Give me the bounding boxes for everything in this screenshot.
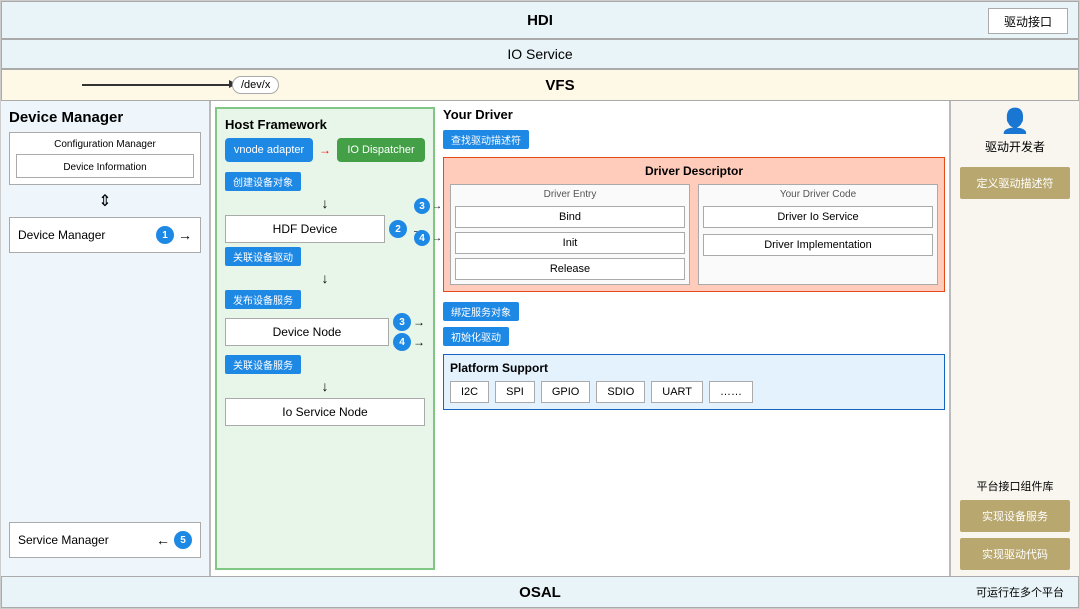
assoc-service-row: 关联设备服务 [225, 355, 425, 374]
your-driver-code-col: Your Driver Code Driver Io Service Drive… [698, 184, 938, 285]
step4-arrow: → [413, 335, 425, 349]
platform-lib-label: 平台接口组件库 [960, 478, 1070, 494]
io-service-label: IO Service [507, 46, 572, 62]
left-step-connectors: 3 → 4 → [414, 198, 442, 246]
hdi-label: HDI [527, 12, 553, 29]
developer-icon: 👤 [1000, 107, 1030, 136]
bind-service-row: 绑定服务对象 [443, 302, 945, 321]
config-manager-box: Configuration Manager Device Information [9, 132, 201, 185]
init-driver-label: 初始化驱动 [443, 327, 509, 346]
publish-service-row: 发布设备服务 [225, 290, 425, 309]
driver-io-service-box: Driver Io Service [703, 206, 933, 228]
device-node-row: Device Node 3 → 4 → [225, 313, 425, 351]
step1-circle: 1 [156, 226, 174, 244]
implement-driver-btn: 实现驱动代码 [960, 538, 1070, 570]
device-manager-panel: Device Manager Configuration Manager Dev… [1, 101, 211, 576]
platform-items-row: I2C SPI GPIOSDIO UART …… [450, 381, 938, 403]
bind-btn: Bind [455, 206, 685, 228]
your-driver-code-title: Your Driver Code [703, 189, 933, 200]
your-driver-title: Your Driver [443, 107, 945, 122]
init-driver-row: 初始化驱动 [443, 327, 945, 346]
host-framework-title: Host Framework [225, 117, 425, 132]
device-manager-label: Device Manager [18, 228, 105, 242]
lookup-row: 查找驱动描述符 [443, 130, 945, 149]
platform-item: SDIO [596, 381, 645, 403]
step3-circle: 3 [393, 313, 411, 331]
step4-circle: 4 [393, 333, 411, 351]
step3-left-circle: 3 [414, 198, 430, 214]
platform-support-box: Platform Support I2C SPI GPIOSDIO UART …… [443, 354, 945, 410]
driver-descriptor-box: Driver Descriptor Driver Entry Bind Init… [443, 157, 945, 292]
developer-label: 驱动开发者 [985, 138, 1045, 155]
assoc-driver-row: 关联设备驱动 [225, 247, 425, 266]
osal-row: OSAL 可运行在多个平台 [1, 576, 1079, 608]
service-manager-label: Service Manager [18, 533, 109, 547]
your-driver-panel: Your Driver 查找驱动描述符 Driver Descriptor Dr… [443, 107, 945, 570]
platform-support-title: Platform Support [450, 361, 938, 375]
platform-item: …… [709, 381, 753, 403]
create-device-label: 创建设备对象 [225, 172, 301, 191]
io-service-node-box: Io Service Node [225, 398, 425, 426]
vfs-label: VFS [545, 77, 574, 94]
platform-item: GPIO [541, 381, 591, 403]
vfs-arrow [82, 84, 237, 86]
hdi-right-label: 驱动接口 [1004, 13, 1052, 30]
define-descriptor-btn: 定义驱动描述符 [960, 167, 1070, 199]
release-btn: Release [455, 258, 685, 280]
publish-service-label: 发布设备服务 [225, 290, 301, 309]
hdf-device-row: HDF Device 2 → [225, 215, 425, 243]
config-manager-label: Configuration Manager [16, 139, 194, 150]
implement-service-btn: 实现设备服务 [960, 500, 1070, 532]
service-manager-box: Service Manager ← 5 [9, 522, 201, 558]
platform-item: SPI [495, 381, 535, 403]
associate-service-label: 关联设备服务 [225, 355, 301, 374]
down-arrow-3: ↓ [225, 378, 425, 394]
vnode-row: vnode adapter → IO Dispatcher [225, 138, 425, 162]
driver-impl-box: Driver Implementation [703, 234, 933, 256]
down-arrow-1: ↓ [225, 195, 425, 211]
hdf-device-box: HDF Device [225, 215, 385, 243]
left-panel-title: Device Manager [9, 109, 201, 126]
platform-item: UART [651, 381, 703, 403]
driver-inner-row: Driver Entry Bind Init Release Your [450, 184, 938, 285]
device-node-box: Device Node [225, 318, 389, 346]
io-service-row: IO Service [1, 39, 1079, 69]
lookup-driver-label: 查找驱动描述符 [443, 130, 529, 149]
create-device-row: 创建设备对象 [225, 172, 425, 191]
init-btn: Init [455, 232, 685, 254]
bind-service-label: 绑定服务对象 [443, 302, 519, 321]
driver-entry-col: Driver Entry Bind Init Release [450, 184, 690, 285]
platform-item: I2C [450, 381, 489, 403]
hdi-right-box: 驱动接口 [988, 8, 1068, 34]
developer-panel: 👤 驱动开发者 定义驱动描述符 平台接口组件库 实现设备服务 实现驱动代码 [949, 101, 1079, 576]
step2-circle: 2 [389, 220, 407, 238]
main-body: Device Manager Configuration Manager Dev… [1, 101, 1079, 576]
driver-entry-title: Driver Entry [455, 189, 685, 200]
vnode-io-arrow: → [319, 138, 331, 162]
device-info-box: Device Information [16, 154, 194, 178]
osal-label: OSAL [519, 584, 561, 601]
step3-arrow: → [413, 315, 425, 329]
driver-descriptor-title: Driver Descriptor [450, 164, 938, 178]
double-arrow: ⇕ [9, 191, 201, 211]
device-manager-box: Device Manager 1 → [9, 217, 201, 253]
device-info-label: Device Information [63, 162, 146, 173]
step4-left-circle: 4 [414, 230, 430, 246]
vfs-row: /dev/x VFS [1, 69, 1079, 101]
host-framework-panel: Host Framework vnode adapter → IO Dispat… [215, 107, 435, 570]
io-dispatcher-box: IO Dispatcher [337, 138, 425, 162]
associate-driver-label: 关联设备驱动 [225, 247, 301, 266]
vfs-devx: /dev/x [232, 76, 279, 94]
main-container: HDI 驱动接口 IO Service /dev/x VFS Device Ma… [0, 0, 1080, 609]
down-arrow-2: ↓ [225, 270, 425, 286]
step5-circle: 5 [174, 531, 192, 549]
osal-right-label: 可运行在多个平台 [976, 584, 1064, 600]
vnode-box: vnode adapter [225, 138, 313, 162]
hdi-row: HDI 驱动接口 [1, 1, 1079, 39]
